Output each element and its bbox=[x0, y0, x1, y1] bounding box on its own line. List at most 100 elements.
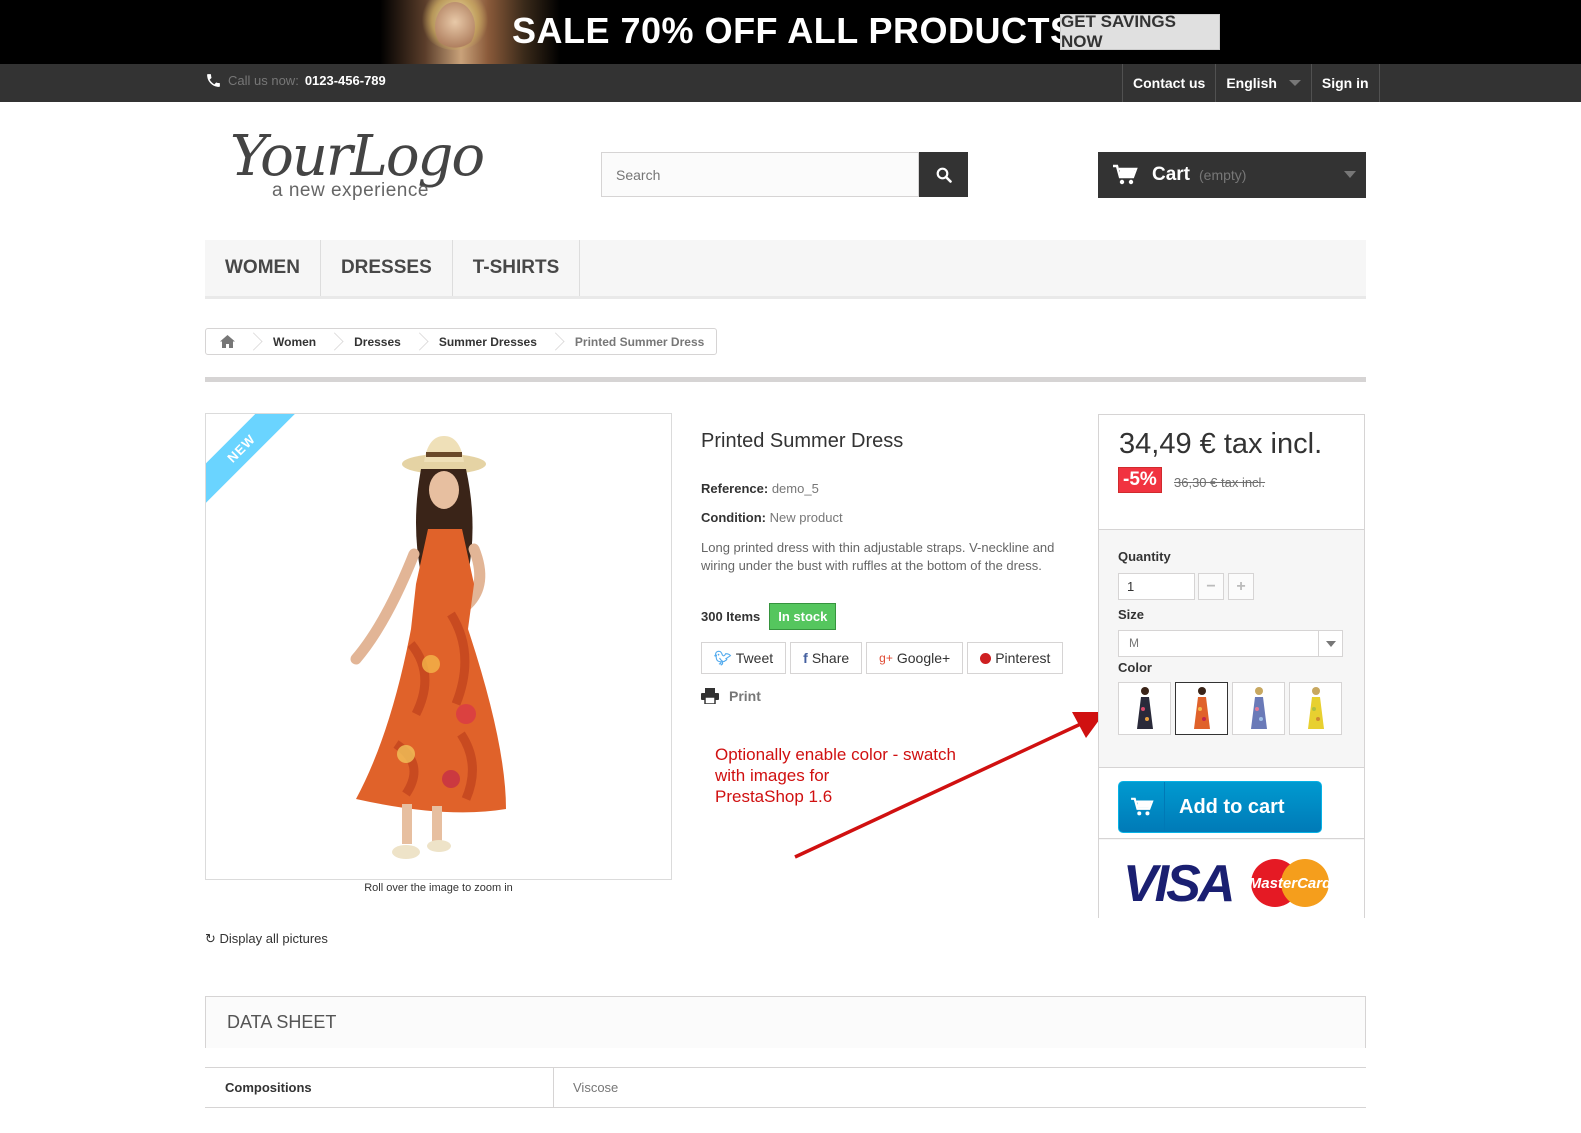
chevron-down-icon bbox=[1288, 80, 1301, 86]
color-swatches bbox=[1118, 682, 1342, 735]
menu-item-dresses[interactable]: DRESSES bbox=[321, 240, 453, 296]
menu-item-women[interactable]: WOMEN bbox=[205, 240, 321, 296]
product-image[interactable]: NEW bbox=[205, 413, 672, 880]
breadcrumb-women[interactable]: Women bbox=[261, 329, 328, 354]
data-sheet-table: Compositions Viscose bbox=[205, 1067, 1366, 1108]
breadcrumb-separator bbox=[413, 329, 427, 354]
add-to-cart-label: Add to cart bbox=[1179, 795, 1285, 818]
menu-item-tshirts[interactable]: T-SHIRTS bbox=[453, 240, 581, 296]
add-to-cart-area: Add to cart bbox=[1099, 767, 1364, 839]
cart-button[interactable]: Cart (empty) bbox=[1098, 152, 1366, 198]
swatch-dress-blue bbox=[1250, 686, 1267, 729]
breadcrumb-separator bbox=[549, 329, 563, 354]
search-icon bbox=[936, 167, 952, 183]
breadcrumb-separator bbox=[247, 329, 261, 354]
top-nav-links: Contact us English Sign in bbox=[1122, 64, 1380, 102]
size-label: Size bbox=[1118, 607, 1145, 622]
zoom-caption: Roll over the image to zoom in bbox=[364, 882, 513, 894]
breadcrumb-summer-dresses[interactable]: Summer Dresses bbox=[427, 329, 549, 354]
call-us: Call us now: 0123-456-789 bbox=[205, 72, 386, 89]
site-logo[interactable]: YourLogo a new experience bbox=[230, 124, 520, 208]
phone-number: 0123-456-789 bbox=[304, 73, 386, 88]
contact-us-label: Contact us bbox=[1133, 75, 1206, 91]
stock-row: 300 Items In stock bbox=[701, 603, 1071, 630]
quantity-label: Quantity bbox=[1118, 549, 1171, 564]
quantity-decrease-button[interactable]: − bbox=[1198, 573, 1224, 600]
home-icon bbox=[220, 335, 235, 348]
display-all-pictures-link[interactable]: ↻ Display all pictures bbox=[205, 931, 328, 947]
color-swatch-blue[interactable] bbox=[1232, 682, 1285, 735]
product-description: Long printed dress with thin adjustable … bbox=[701, 540, 1055, 573]
get-savings-button[interactable]: GET SAVINGS NOW bbox=[1060, 12, 1220, 51]
language-label: English bbox=[1226, 75, 1277, 91]
quantity-input[interactable]: 1 bbox=[1118, 573, 1195, 600]
breadcrumb-home[interactable] bbox=[206, 329, 247, 354]
search-button[interactable] bbox=[919, 152, 968, 197]
phone-icon bbox=[207, 74, 220, 87]
refresh-icon: ↻ bbox=[205, 931, 216, 946]
facebook-share-button[interactable]: f Share bbox=[790, 642, 863, 674]
sign-in-label: Sign in bbox=[1321, 75, 1369, 91]
condition-label: Condition: bbox=[701, 510, 766, 525]
dress-model-image bbox=[350, 436, 506, 859]
cart-status: (empty) bbox=[1199, 167, 1247, 183]
quantity-available: 300 Items bbox=[701, 609, 761, 624]
swatch-dress-black bbox=[1136, 686, 1153, 729]
tweet-button[interactable]: 🐦︎ Tweet bbox=[701, 642, 787, 674]
product-price: 34,49 € tax incl. bbox=[1119, 428, 1323, 460]
social-sharing: 🐦︎ Tweet f Share g+ Google+ Pinterest bbox=[701, 642, 1071, 674]
google-plus-button[interactable]: g+ Google+ bbox=[866, 642, 964, 674]
breadcrumb-dresses[interactable]: Dresses bbox=[342, 329, 413, 354]
color-swatch-black[interactable] bbox=[1118, 682, 1171, 735]
pinterest-button[interactable]: Pinterest bbox=[967, 642, 1064, 674]
color-swatch-yellow[interactable] bbox=[1289, 682, 1342, 735]
search-bar bbox=[601, 152, 968, 197]
display-all-label: Display all pictures bbox=[219, 931, 328, 946]
banner-title: SALE 70% OFF ALL PRODUCTS bbox=[512, 10, 1075, 51]
visa-logo: VISA bbox=[1123, 855, 1235, 913]
promo-banner[interactable]: SALE 70% OFF ALL PRODUCTS GET SAVINGS NO… bbox=[0, 0, 1581, 64]
product-info: Printed Summer Dress Reference: demo_5 C… bbox=[701, 430, 1071, 704]
product-title: Printed Summer Dress bbox=[701, 430, 904, 452]
language-selector[interactable]: English bbox=[1215, 64, 1311, 102]
pinterest-label: Pinterest bbox=[995, 650, 1051, 666]
data-sheet-title: DATA SHEET bbox=[227, 1012, 337, 1032]
add-to-cart-button[interactable]: Add to cart bbox=[1118, 781, 1322, 833]
size-value: M bbox=[1129, 636, 1139, 650]
tweet-label: Tweet bbox=[735, 650, 774, 666]
discount-badge: -5% bbox=[1118, 467, 1162, 493]
product-reference: Reference: demo_5 bbox=[701, 481, 1071, 496]
table-row: Compositions Viscose bbox=[205, 1068, 1366, 1108]
twitter-icon: 🐦︎ bbox=[714, 649, 732, 666]
google-plus-icon: g+ bbox=[879, 651, 893, 665]
top-nav-bar: Call us now: 0123-456-789 Contact us Eng… bbox=[0, 64, 1581, 102]
search-input[interactable] bbox=[601, 152, 919, 197]
condition-value: New product bbox=[769, 510, 843, 525]
breadcrumb-separator bbox=[328, 329, 342, 354]
cart-label: Cart bbox=[1152, 164, 1191, 185]
data-sheet-key: Compositions bbox=[205, 1068, 554, 1107]
pinterest-icon bbox=[980, 652, 992, 664]
data-sheet-value: Viscose bbox=[573, 1080, 619, 1095]
facebook-icon: f bbox=[803, 650, 808, 666]
reference-label: Reference: bbox=[701, 481, 769, 496]
reference-value: demo_5 bbox=[771, 481, 819, 496]
main-menu: WOMEN DRESSES T-SHIRTS bbox=[205, 240, 1366, 299]
payment-logos: VISA MasterCard bbox=[1099, 840, 1364, 918]
breadcrumb: Women Dresses Summer Dresses Printed Sum… bbox=[205, 328, 718, 355]
swatch-dress-yellow bbox=[1307, 686, 1324, 729]
sign-in-link[interactable]: Sign in bbox=[1310, 64, 1380, 102]
share-label: Share bbox=[811, 650, 850, 666]
shopping-cart-icon bbox=[1113, 164, 1138, 185]
swatch-dress-orange bbox=[1193, 686, 1210, 729]
logo-tagline: a new experience bbox=[272, 180, 429, 201]
size-select[interactable]: M bbox=[1118, 630, 1343, 657]
chevron-down-icon bbox=[1344, 171, 1356, 178]
price-box: 34,49 € tax incl. -5% 36,30 € tax incl. bbox=[1099, 415, 1364, 530]
mastercard-logo: MasterCard bbox=[1249, 859, 1331, 907]
quantity-increase-button[interactable]: + bbox=[1228, 573, 1254, 600]
contact-us-link[interactable]: Contact us bbox=[1122, 64, 1215, 102]
plus-icon: + bbox=[1236, 577, 1246, 595]
google-plus-label: Google+ bbox=[896, 650, 951, 666]
color-swatch-orange[interactable] bbox=[1175, 682, 1228, 735]
